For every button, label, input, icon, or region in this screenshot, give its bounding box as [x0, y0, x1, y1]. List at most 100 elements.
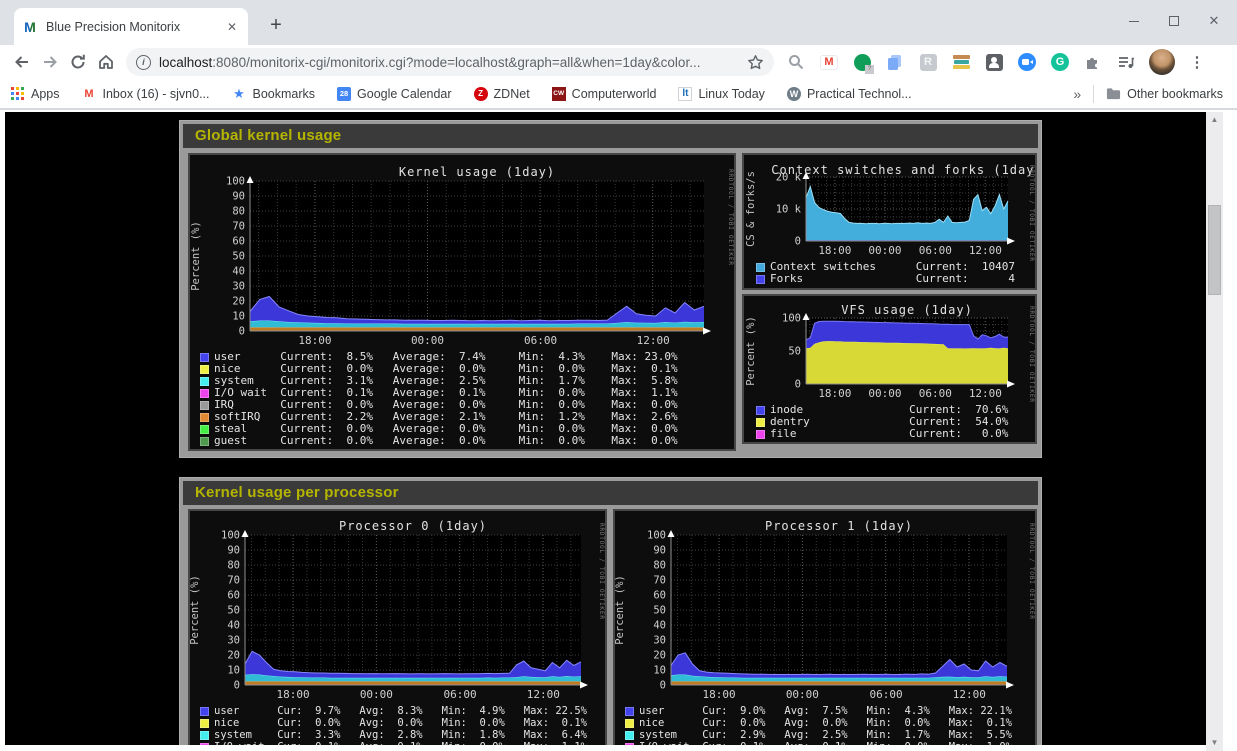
svg-text:06:00: 06:00 — [869, 688, 902, 701]
section-global-kernel-usage: Global kernel usage Kernel usage (1day)1… — [179, 120, 1042, 458]
legend-swatch-icon — [200, 743, 209, 745]
svg-text:10: 10 — [232, 311, 245, 323]
bookmark-zdnet[interactable]: Z ZDNet — [474, 87, 530, 101]
playlist-extension-icon[interactable] — [1116, 52, 1136, 72]
legend-swatch-icon — [200, 401, 209, 410]
gmail-extension-icon[interactable]: M — [819, 52, 839, 72]
extensions-row: M ? R G ⋮ — [786, 49, 1206, 75]
signal-extension-icon[interactable] — [984, 52, 1004, 72]
svg-text:06:00: 06:00 — [919, 244, 952, 257]
vertical-scrollbar[interactable]: ▲ ▼ — [1206, 112, 1223, 751]
maximize-button[interactable] — [1161, 8, 1187, 34]
bookmark-practical-technology[interactable]: W Practical Technol... — [787, 87, 912, 101]
processor-1-graph[interactable]: Processor 1 (1day)1009080706050403020100… — [613, 509, 1037, 745]
bookmark-apps[interactable]: Apps — [10, 86, 60, 101]
svg-text:18:00: 18:00 — [702, 688, 735, 701]
copy-pages-extension-icon[interactable] — [885, 52, 905, 72]
svg-text:90: 90 — [653, 545, 666, 557]
legend-text: nice Cur: 0.0% Avg: 0.0% Min: 0.0% Max: … — [639, 717, 1012, 729]
legend-row: user Cur: 9.7% Avg: 8.3% Min: 4.9% Max: … — [200, 705, 587, 717]
section-title: Kernel usage per processor — [183, 481, 1038, 505]
scroll-up-icon[interactable]: ▲ — [1206, 112, 1223, 128]
browser-menu-icon[interactable]: ⋮ — [1188, 53, 1206, 71]
svg-text:0: 0 — [239, 326, 245, 338]
library-extension-icon[interactable] — [951, 52, 971, 72]
voice-extension-icon[interactable]: ? — [852, 52, 872, 72]
svg-text:50: 50 — [653, 605, 666, 617]
puzzle-extensions-icon[interactable] — [1083, 52, 1103, 72]
url-bar[interactable]: i localhost:8080/monitorix-cgi/monitorix… — [126, 48, 774, 76]
svg-text:18:00: 18:00 — [298, 334, 331, 347]
svg-text:40: 40 — [653, 620, 666, 632]
minimize-icon — [1129, 21, 1139, 22]
svg-text:Percent (%): Percent (%) — [745, 316, 757, 386]
svg-text:12:00: 12:00 — [527, 688, 560, 701]
svg-text:RRDTOOL / TOBI OETIKER: RRDTOOL / TOBI OETIKER — [1028, 523, 1035, 620]
svg-text:70: 70 — [232, 221, 245, 233]
svg-text:80: 80 — [227, 560, 240, 572]
svg-text:90: 90 — [232, 191, 245, 203]
minimize-button[interactable] — [1121, 8, 1147, 34]
svg-text:50: 50 — [232, 251, 245, 263]
svg-text:40: 40 — [232, 266, 245, 278]
legend-row: guest Current: 0.0% Average: 0.0% Min: 0… — [200, 435, 678, 447]
svg-text:30: 30 — [227, 635, 240, 647]
tab-blue-precision-monitorix[interactable]: MM Blue Precision Monitorix ✕ — [14, 8, 248, 45]
legend-text: system Cur: 2.9% Avg: 2.5% Min: 1.7% Max… — [639, 729, 1012, 741]
kernel-usage-graph[interactable]: Kernel usage (1day)100908070605040302010… — [188, 153, 736, 451]
vfs-usage-graph[interactable]: VFS usage (1day)10050018:0000:0006:0012:… — [742, 294, 1037, 444]
maximize-icon — [1169, 16, 1179, 26]
svg-text:20: 20 — [232, 296, 245, 308]
scrollbar-thumb[interactable] — [1208, 205, 1221, 295]
new-tab-button[interactable]: + — [262, 12, 290, 40]
bookmark-google-calendar[interactable]: 28 Google Calendar — [337, 87, 452, 101]
svg-text:CS & forks/s: CS & forks/s — [745, 171, 757, 247]
legend-row: I/O wait Cur: 0.1% Avg: 0.1% Min: 0.0% M… — [625, 741, 1012, 745]
bookmark-linux-today[interactable]: lt Linux Today — [678, 87, 765, 101]
reader-extension-icon[interactable]: R — [918, 52, 938, 72]
legend-swatch-icon — [756, 275, 765, 284]
svg-text:06:00: 06:00 — [919, 387, 952, 400]
search-extension-icon[interactable] — [786, 52, 806, 72]
svg-text:100: 100 — [226, 176, 245, 188]
reload-button[interactable] — [64, 48, 92, 76]
tab-strip: MM Blue Precision Monitorix ✕ + ✕ — [0, 0, 1237, 45]
bookmark-computerworld[interactable]: CW Computerworld — [552, 87, 657, 101]
svg-text:90: 90 — [227, 545, 240, 557]
svg-text:Percent (%): Percent (%) — [190, 221, 202, 291]
context-switches-graph[interactable]: Context switches and forks (1day)20 k10 … — [742, 153, 1037, 290]
svg-text:50: 50 — [227, 605, 240, 617]
legend-text: system Cur: 3.3% Avg: 2.8% Min: 1.8% Max… — [214, 729, 587, 741]
folder-icon — [1106, 86, 1121, 101]
other-bookmarks-button[interactable]: Other bookmarks — [1106, 86, 1223, 101]
svg-text:80: 80 — [232, 206, 245, 218]
grammarly-extension-icon[interactable]: G — [1050, 52, 1070, 72]
url-text[interactable]: localhost:8080/monitorix-cgi/monitorix.c… — [159, 55, 747, 70]
computerworld-icon: CW — [552, 87, 566, 101]
legend-swatch-icon — [200, 719, 209, 728]
scroll-down-icon[interactable]: ▼ — [1206, 735, 1223, 751]
reload-icon — [69, 53, 87, 71]
back-button[interactable] — [8, 48, 36, 76]
graph-legend: user Current: 8.5% Average: 7.4% Min: 4.… — [200, 351, 678, 447]
svg-text:00:00: 00:00 — [868, 244, 901, 257]
apps-grid-icon — [10, 86, 25, 101]
bookmark-star-icon[interactable] — [747, 54, 764, 71]
legend-swatch-icon — [625, 719, 634, 728]
tab-close-icon[interactable]: ✕ — [224, 20, 240, 34]
graph-legend: inode Current: 70.6%dentry Current: 54.0… — [756, 404, 1008, 440]
forward-button[interactable] — [36, 48, 64, 76]
page-info-icon[interactable]: i — [136, 55, 151, 70]
bookmark-bookmarks[interactable]: ★ Bookmarks — [232, 86, 316, 101]
svg-text:20: 20 — [227, 650, 240, 662]
back-icon — [13, 53, 31, 71]
svg-text:0: 0 — [660, 680, 666, 692]
bookmarks-overflow-icon[interactable]: » — [1073, 86, 1081, 102]
processor-0-graph[interactable]: Processor 0 (1day)1009080706050403020100… — [188, 509, 607, 745]
zoom-extension-icon[interactable] — [1017, 52, 1037, 72]
home-button[interactable] — [92, 48, 120, 76]
bookmark-inbox[interactable]: M Inbox (16) - sjvn0... — [82, 86, 210, 101]
profile-avatar[interactable] — [1149, 49, 1175, 75]
close-window-button[interactable]: ✕ — [1201, 8, 1227, 34]
svg-text:VFS usage (1day): VFS usage (1day) — [841, 303, 973, 317]
